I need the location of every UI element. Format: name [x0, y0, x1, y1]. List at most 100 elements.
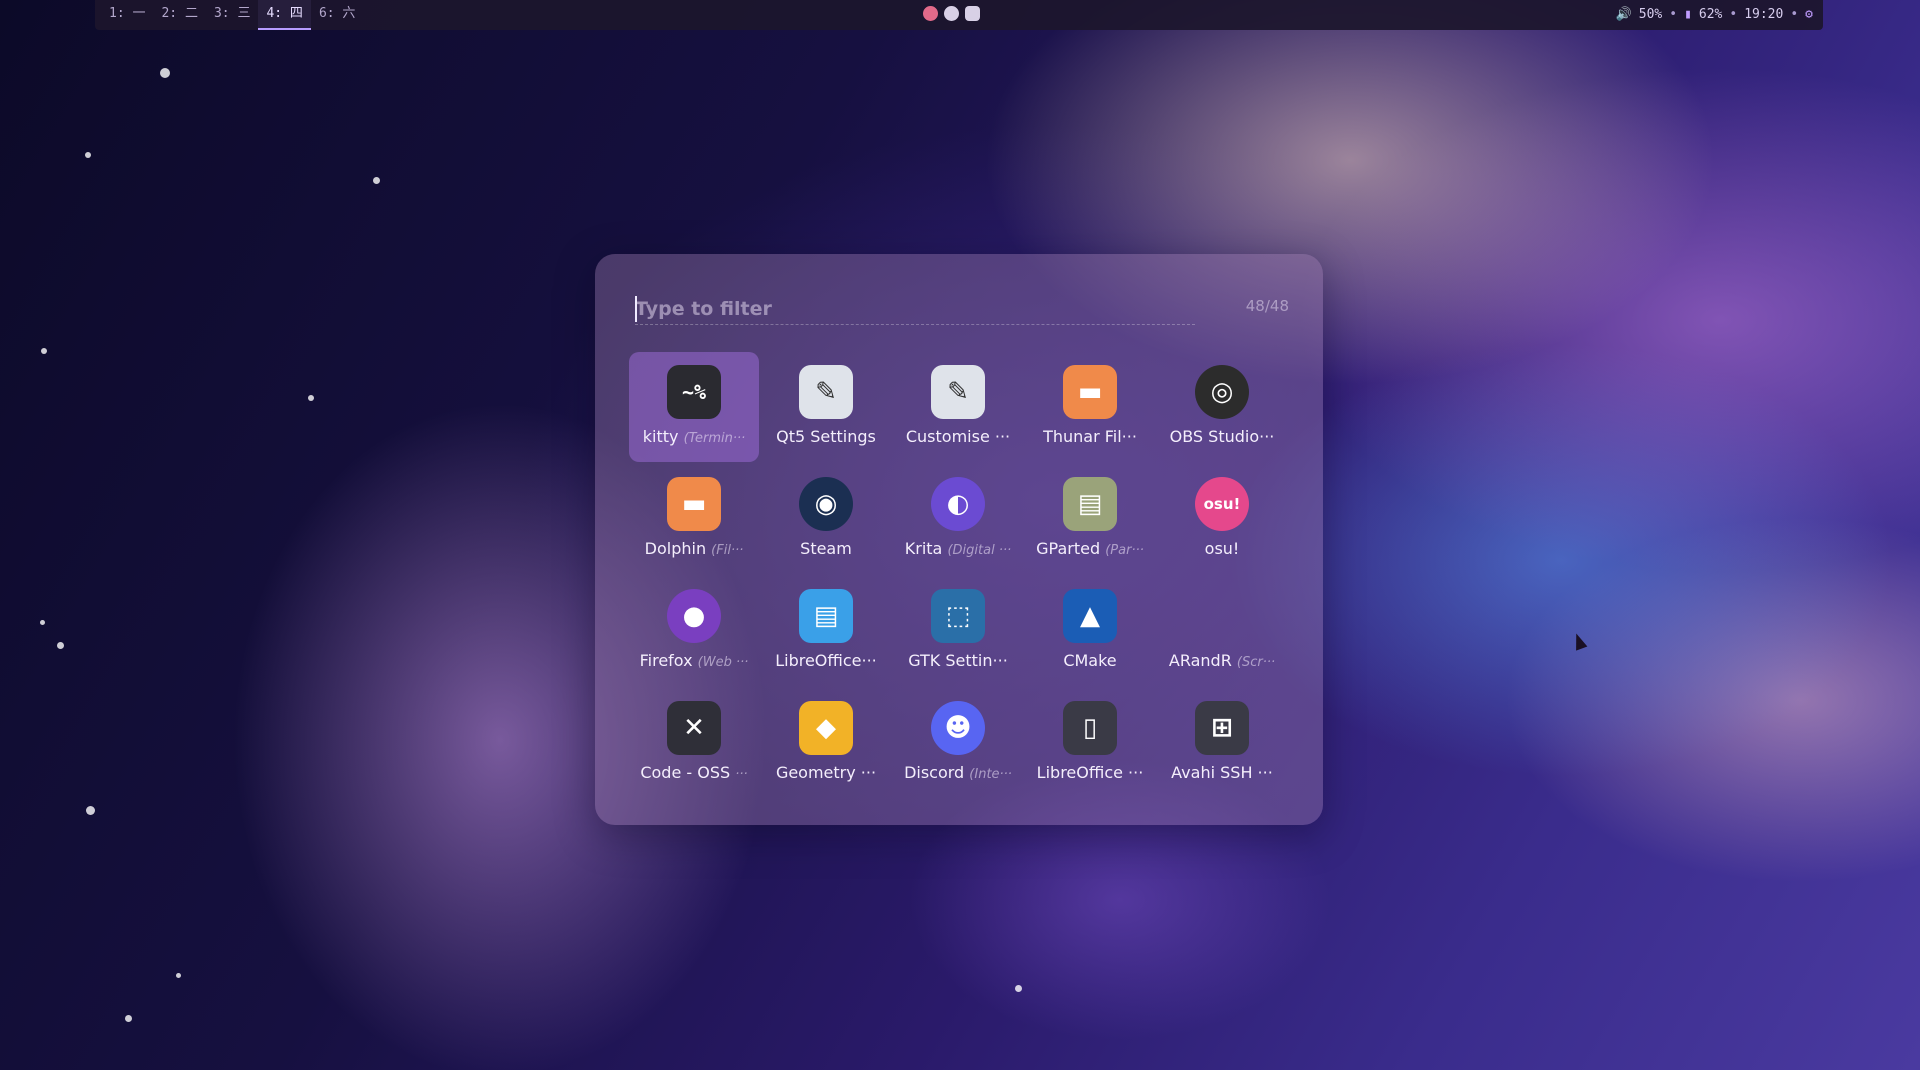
workspace-6[interactable]: 6: 六: [311, 0, 363, 28]
gtk-settings-icon: ⬚: [931, 589, 985, 643]
app-label: GTK Settin···: [897, 651, 1019, 671]
app-name: CMake: [1063, 651, 1117, 670]
background-star: [373, 177, 380, 184]
paintbrush-icon: ✎: [799, 365, 853, 419]
background-star: [85, 152, 91, 158]
app-name: ARandR: [1168, 651, 1232, 670]
app-tile[interactable]: ☻ Discord (Inte···: [893, 688, 1023, 798]
app-name: osu!: [1204, 539, 1240, 558]
app-tile[interactable]: ▬ Dolphin (Fil···: [629, 464, 759, 574]
app-name: kitty: [642, 427, 679, 446]
background-star: [86, 806, 95, 815]
app-label: Geometry ···: [765, 763, 887, 783]
workspace-2[interactable]: 2: 二: [153, 0, 205, 28]
osu-icon[interactable]: [923, 6, 938, 21]
background-star: [160, 68, 170, 78]
app-tile[interactable]: ⬚ GTK Settin···: [893, 576, 1023, 686]
vscode-icon: ✕: [667, 701, 721, 755]
libreoffice-icon: ▯: [1063, 701, 1117, 755]
separator: •: [1729, 7, 1738, 22]
app-tile[interactable]: ▤ LibreOffice···: [761, 576, 891, 686]
app-label: LibreOffice···: [765, 651, 887, 671]
app-label: Customise ···: [897, 427, 1019, 447]
app-name: Qt5 Settings: [776, 427, 876, 446]
volume-icon[interactable]: 🔊: [1616, 0, 1632, 30]
app-comment: (Fil···: [711, 543, 744, 558]
app-name: Dolphin: [644, 539, 707, 558]
app-tile[interactable]: ◆ Geometry ···: [761, 688, 891, 798]
display-icon: [1195, 589, 1249, 643]
app-tile[interactable]: ◐ Krita (Digital ···: [893, 464, 1023, 574]
firefox-icon: ●: [667, 589, 721, 643]
discord-icon: ☻: [931, 701, 985, 755]
app-name: GParted: [1036, 539, 1101, 558]
mouse-cursor-icon: [1570, 631, 1588, 651]
status-area: 🔊 50% • ▮ 62% • 19:20 • ⚙: [1616, 0, 1813, 30]
app-tile[interactable]: ▯ LibreOffice ···: [1025, 688, 1155, 798]
app-tile[interactable]: osu! osu!: [1157, 464, 1287, 574]
app-launcher: 48/48 ~% kitty (Termin··· ✎ Qt5 Settings ✎ Cu…: [595, 254, 1323, 825]
settings-icon[interactable]: ⚙: [1805, 0, 1813, 30]
system-tray: [923, 6, 980, 21]
geometry-dash-icon: ◆: [799, 701, 853, 755]
workspace-1[interactable]: 1: 一: [101, 0, 153, 28]
filter-input[interactable]: [635, 294, 1195, 325]
app-label: Dolphin (Fil···: [633, 539, 755, 561]
app-label: GParted (Par···: [1029, 539, 1151, 561]
battery-level: 62%: [1698, 7, 1723, 22]
app-comment: (Scr···: [1236, 655, 1276, 670]
app-tile[interactable]: ▤ GParted (Par···: [1025, 464, 1155, 574]
workspace-3[interactable]: 3: 三: [206, 0, 258, 28]
app-name: Firefox: [639, 651, 693, 670]
document-icon: ▤: [799, 589, 853, 643]
app-tile[interactable]: ▲ CMake: [1025, 576, 1155, 686]
osu-icon: osu!: [1195, 477, 1249, 531]
app-label: Qt5 Settings: [765, 427, 887, 447]
gparted-icon: ▤: [1063, 477, 1117, 531]
paintbrush-icon: ✎: [931, 365, 985, 419]
top-bar: 1: 一 2: 二 3: 三 4: 四 6: 六 🔊 50% • ▮ 62% •…: [95, 0, 1823, 30]
app-tile[interactable]: ✎ Qt5 Settings: [761, 352, 891, 462]
result-count: 48/48: [1245, 297, 1289, 315]
app-label: Avahi SSH ···: [1161, 763, 1283, 783]
app-label: osu!: [1161, 539, 1283, 559]
app-tile[interactable]: ~% kitty (Termin···: [629, 352, 759, 462]
text-caret: [635, 296, 637, 322]
app-name: OBS Studio···: [1169, 427, 1275, 446]
background-star: [176, 973, 181, 978]
app-tile[interactable]: ✕ Code - OSS ···: [629, 688, 759, 798]
app-comment: (Inte···: [969, 767, 1012, 782]
obs-icon: ◎: [1195, 365, 1249, 419]
app-tile[interactable]: ⊞ Avahi SSH ···: [1157, 688, 1287, 798]
app-tile[interactable]: ◉ Steam: [761, 464, 891, 574]
app-tile[interactable]: ✎ Customise ···: [893, 352, 1023, 462]
app-label: Krita (Digital ···: [897, 539, 1019, 561]
app-name: Steam: [800, 539, 852, 558]
app-label: Code - OSS ···: [633, 763, 755, 785]
folder-icon: ▬: [667, 477, 721, 531]
app-comment: (Web ···: [697, 655, 749, 670]
app-label: ARandR (Scr···: [1161, 651, 1283, 673]
app-comment: (Termin···: [683, 431, 746, 446]
separator: •: [1790, 7, 1799, 22]
app-comment: (Digital ···: [947, 543, 1012, 558]
separator: •: [1669, 7, 1678, 22]
app-tile[interactable]: ● Firefox (Web ···: [629, 576, 759, 686]
app-tile[interactable]: ◎ OBS Studio···: [1157, 352, 1287, 462]
background-star: [125, 1015, 132, 1022]
app-name: Avahi SSH ···: [1171, 763, 1273, 782]
app-label: kitty (Termin···: [633, 427, 755, 449]
app-label: Thunar Fil···: [1029, 427, 1151, 447]
terminal-icon: ~%: [667, 365, 721, 419]
app-tile[interactable]: ARandR (Scr···: [1157, 576, 1287, 686]
workspace-4[interactable]: 4: 四: [258, 0, 311, 30]
background-star: [308, 395, 314, 401]
app-name: Krita: [904, 539, 943, 558]
app-label: Steam: [765, 539, 887, 559]
folder-icon: ▬: [1063, 365, 1117, 419]
app-tile[interactable]: ▬ Thunar Fil···: [1025, 352, 1155, 462]
workspace-switcher: 1: 一 2: 二 3: 三 4: 四 6: 六: [101, 0, 363, 30]
discord-icon[interactable]: [965, 6, 980, 21]
app-name: Customise ···: [905, 427, 1011, 446]
steam-icon[interactable]: [944, 6, 959, 21]
